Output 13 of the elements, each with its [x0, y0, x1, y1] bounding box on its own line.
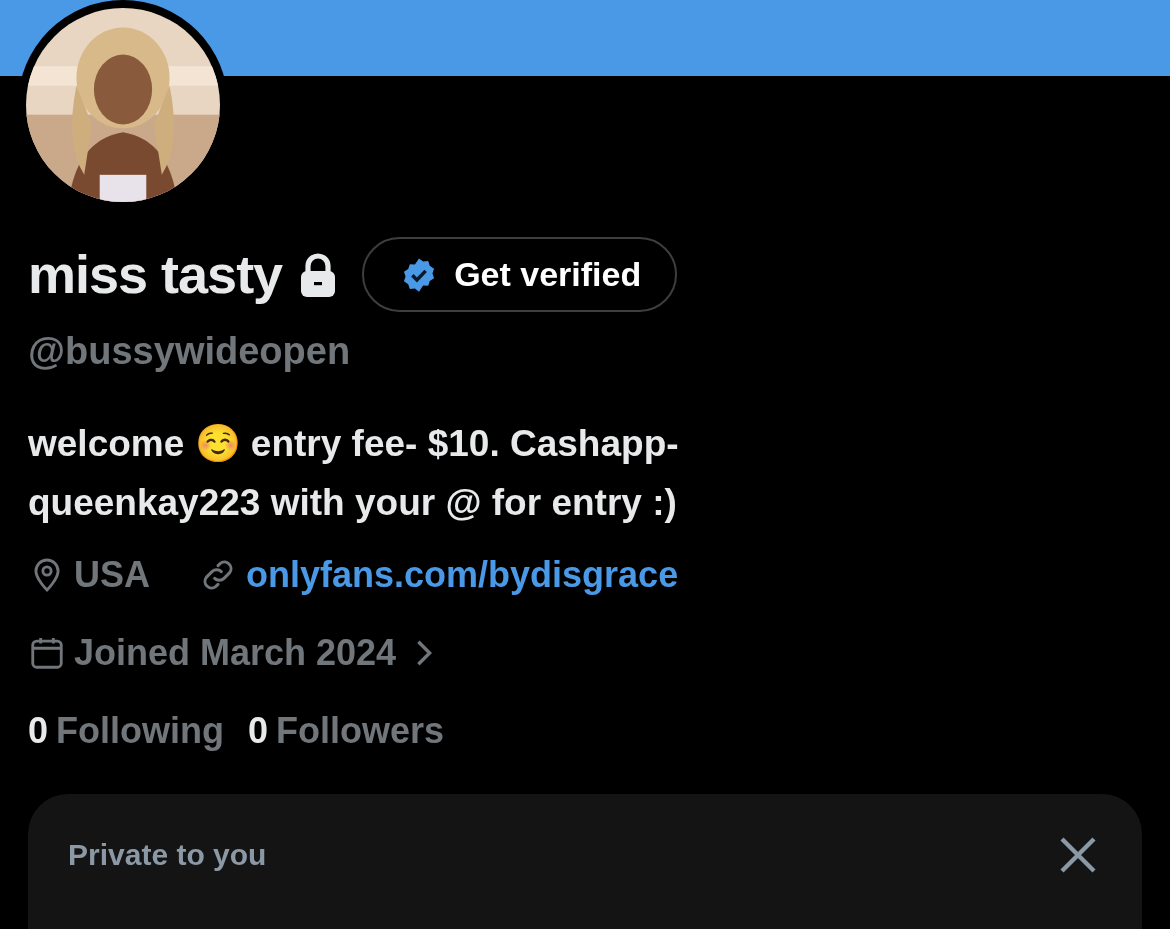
get-verified-button[interactable]: Get verified [362, 237, 678, 312]
card-title: Private to you [68, 837, 267, 874]
stat-count: 0 [28, 709, 49, 754]
close-icon[interactable] [1058, 834, 1098, 875]
website-link[interactable]: onlyfans.com/bydisgrace [246, 548, 679, 603]
stat-count: 0 [248, 709, 269, 754]
profile-handle: @bussywideopen [28, 329, 352, 374]
profile-name: miss tasty [28, 243, 283, 306]
location-text: USA [74, 553, 150, 598]
stat-label[interactable]: Followers [276, 704, 445, 759]
profile-bio: welcome ☺ entry fee- $10. Cashapp-queenkay223 with your @ for entry :) [28, 422, 680, 526]
joined-date: Joined March 2024 [74, 631, 397, 676]
stat-label[interactable]: Following [56, 704, 224, 759]
